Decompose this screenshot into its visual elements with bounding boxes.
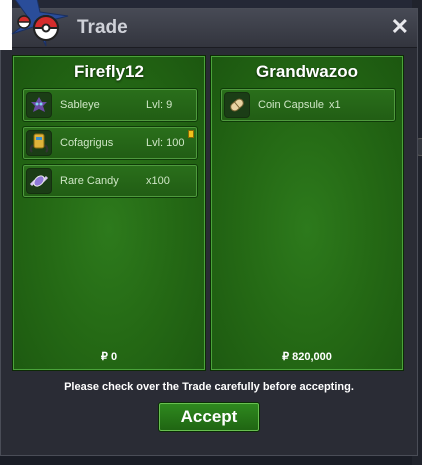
shiny-badge-icon [188, 130, 194, 138]
trade-notice: Please check over the Trade carefully be… [64, 381, 354, 393]
player-name: Firefly12 [74, 62, 144, 81]
my-offer-panel: Firefly12 Sableye Lvl: 9 Cofagrigus Lvl:… [12, 55, 206, 371]
item-name: Sableye [60, 99, 100, 111]
offer-item[interactable]: Coin Capsule x1 [220, 88, 396, 122]
coin-capsule-icon [224, 92, 250, 118]
offer-item[interactable]: Sableye Lvl: 9 [22, 88, 198, 122]
offer-item[interactable]: Rare Candy x100 [22, 164, 198, 198]
window-title: Trade [77, 17, 128, 38]
sableye-icon [26, 92, 52, 118]
offer-item[interactable]: Cofagrigus Lvl: 100 [22, 126, 198, 160]
item-level: Lvl: 100 [146, 137, 185, 149]
trade-window: Trade ✕ Firefly12 Sableye Lvl: 9 Cofagri… [0, 8, 418, 456]
item-name: Rare Candy [60, 175, 119, 187]
rare-candy-icon [26, 168, 52, 194]
item-quantity: x1 [329, 99, 341, 111]
money-amount: ₽ 0 [100, 351, 118, 363]
close-icon[interactable]: ✕ [391, 14, 409, 40]
item-name: Coin Capsule [258, 99, 325, 111]
pokeball-icon [11, 0, 69, 47]
accept-button[interactable]: Accept [158, 402, 260, 432]
item-name: Cofagrigus [60, 137, 114, 149]
item-level: Lvl: 9 [146, 99, 173, 111]
item-quantity: x100 [146, 175, 170, 187]
their-offer-panel: Grandwazoo Coin Capsule x1 ₽ 820,000 [210, 55, 404, 371]
cofagrigus-icon [26, 130, 52, 156]
player-name: Grandwazoo [255, 62, 358, 81]
money-amount: ₽ 820,000 [282, 351, 332, 363]
